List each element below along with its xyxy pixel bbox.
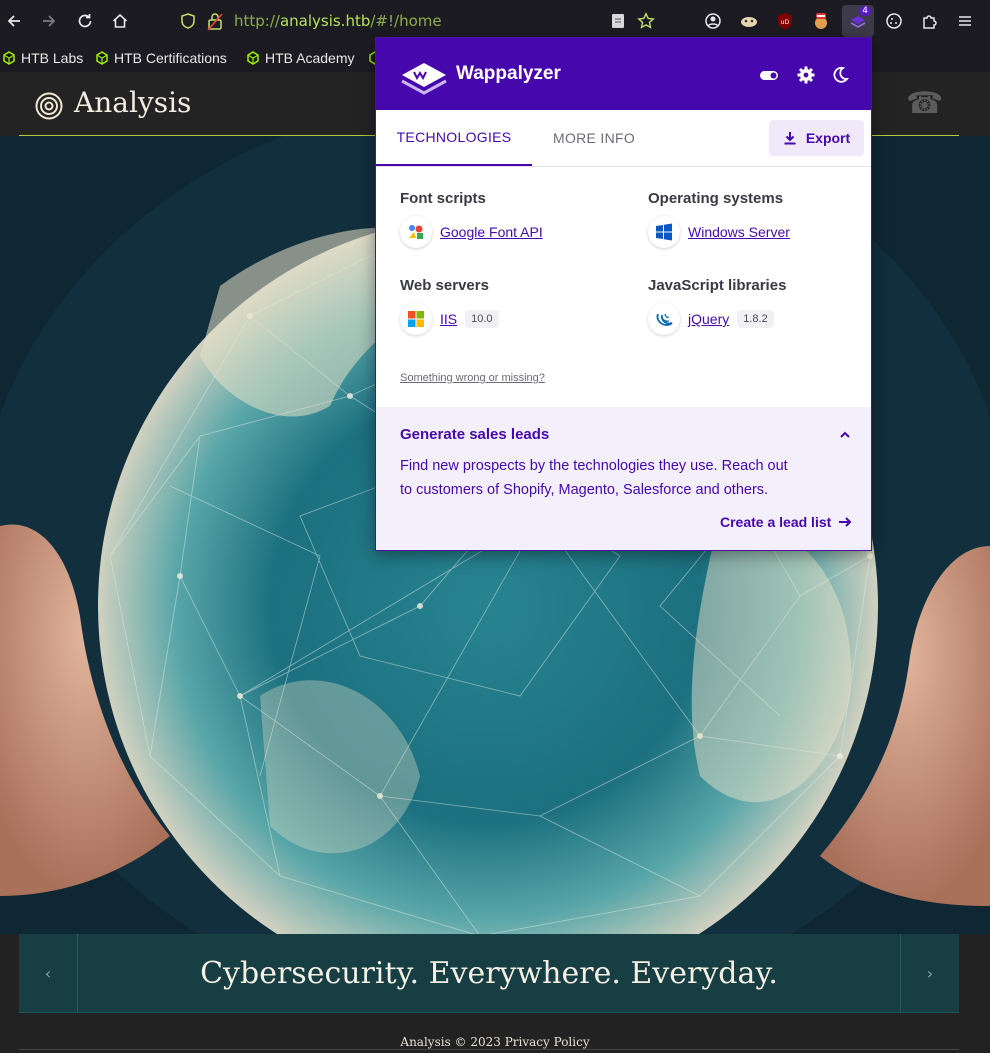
home-button[interactable] xyxy=(108,9,132,33)
wappalyzer-extension-button[interactable]: 4 xyxy=(842,5,874,37)
cookie-icon xyxy=(886,13,902,29)
category-operating-systems: Operating systems xyxy=(648,190,784,207)
sales-leads-panel: Generate sales leads Find new prospects … xyxy=(376,407,871,550)
leads-description: Find new prospects by the technologies t… xyxy=(400,458,788,498)
bookmark-label: HTB Certifications xyxy=(114,50,227,66)
tech-name[interactable]: Windows Server xyxy=(688,224,790,240)
hexagon-icon xyxy=(96,51,108,65)
create-lead-list-label: Create a lead list xyxy=(720,514,832,530)
bookmark-htb-academy[interactable]: HTB Academy xyxy=(246,48,354,68)
puzzle-icon xyxy=(923,15,937,29)
phone-icon[interactable]: ☎ xyxy=(906,89,943,119)
page-icon xyxy=(612,14,624,28)
svg-text:uD: uD xyxy=(781,19,790,26)
tech-name[interactable]: jQuery xyxy=(688,311,729,327)
dark-mode-moon-icon[interactable] xyxy=(830,65,850,85)
url-scheme: http:// xyxy=(234,12,280,30)
carousel-caption: ‹ Cybersecurity. Everywhere. Everyday. › xyxy=(19,934,959,1012)
carousel-caption-text: Cybersecurity. Everywhere. Everyday. xyxy=(200,955,778,991)
menu-button[interactable] xyxy=(953,9,977,33)
wappalyzer-logo-icon xyxy=(401,63,447,95)
extension-count-badge: 4 xyxy=(859,6,871,16)
arrow-right-icon xyxy=(43,15,56,27)
extension-icon xyxy=(741,17,757,27)
url-path: /#!/home xyxy=(370,12,442,30)
bookmark-htb-certifications[interactable]: HTB Certifications xyxy=(95,48,227,68)
url-host: analysis.htb xyxy=(279,12,371,30)
browser-toolbar: http://analysis.htb/#!/home uD 4 xyxy=(0,0,990,42)
microsoft-logo-icon xyxy=(400,303,432,335)
wappalyzer-header: Wappalyzer xyxy=(376,38,871,110)
extension-badge-button[interactable] xyxy=(809,9,833,33)
tech-name[interactable]: IIS xyxy=(440,311,457,327)
reload-icon xyxy=(78,14,92,28)
forward-button[interactable] xyxy=(37,9,61,33)
hexagon-icon xyxy=(247,51,259,65)
home-icon xyxy=(112,13,128,28)
leads-title[interactable]: Generate sales leads xyxy=(400,426,549,443)
extension-cookie-button[interactable] xyxy=(737,9,761,33)
version-badge: 1.8.2 xyxy=(737,310,774,328)
footer-divider xyxy=(19,1049,959,1050)
export-label: Export xyxy=(805,130,851,146)
tech-iis[interactable]: IIS 10.0 xyxy=(400,303,499,335)
wappalyzer-tabs: TECHNOLOGIES MORE INFO Export xyxy=(376,110,871,167)
shield-icon[interactable] xyxy=(179,12,197,30)
download-icon xyxy=(784,132,796,145)
category-javascript-libraries: JavaScript libraries xyxy=(648,277,787,294)
footer-text: Analysis © 2023 Privacy Policy xyxy=(400,1035,590,1049)
hamburger-menu-icon xyxy=(959,16,971,26)
bookmark-label: HTB Labs xyxy=(21,50,84,66)
chevron-up-icon[interactable] xyxy=(838,428,852,442)
version-badge: 10.0 xyxy=(465,310,499,328)
category-web-servers: Web servers xyxy=(400,277,489,294)
google-fonts-icon xyxy=(400,216,432,248)
account-button[interactable] xyxy=(701,9,725,33)
back-button[interactable] xyxy=(2,9,26,33)
windows-logo-icon xyxy=(648,216,680,248)
bookmark-label: HTB Academy xyxy=(265,50,355,66)
wappalyzer-popup: Wappalyzer TECHNOLOGIES MORE INFO Export… xyxy=(375,37,872,551)
something-missing-link[interactable]: Something wrong or missing? xyxy=(400,372,545,384)
hexagon-icon xyxy=(3,51,15,65)
site-footer: Analysis © 2023 Privacy Policy xyxy=(0,1013,990,1053)
url-bar[interactable]: http://analysis.htb/#!/home xyxy=(172,6,672,36)
category-font-scripts: Font scripts xyxy=(400,190,486,207)
arrow-left-icon xyxy=(7,15,20,27)
create-lead-list-link[interactable]: Create a lead list xyxy=(720,514,853,530)
tech-google-font-api[interactable]: Google Font API xyxy=(400,216,543,248)
wappalyzer-brand: Wappalyzer xyxy=(456,63,561,84)
export-button[interactable]: Export xyxy=(769,120,864,156)
tech-name[interactable]: Google Font API xyxy=(440,224,543,240)
chevron-right-icon: › xyxy=(926,963,934,983)
extension-icon xyxy=(815,13,827,29)
bookmark-htb-labs[interactable]: HTB Labs xyxy=(2,48,83,68)
account-icon xyxy=(705,13,721,29)
bookmark-star-button[interactable] xyxy=(634,9,658,33)
settings-gear-icon[interactable] xyxy=(796,65,816,85)
tab-more-info[interactable]: MORE INFO xyxy=(532,110,656,165)
carousel-next-button[interactable]: › xyxy=(900,934,959,1012)
reader-view-button[interactable] xyxy=(606,9,630,33)
site-title[interactable]: Analysis xyxy=(74,86,191,119)
star-icon xyxy=(637,12,655,29)
reload-button[interactable] xyxy=(73,9,97,33)
target-logo-icon[interactable] xyxy=(34,91,64,121)
jquery-logo-icon xyxy=(648,303,680,335)
insecure-lock-icon[interactable] xyxy=(206,11,224,31)
cookie-button[interactable] xyxy=(882,9,906,33)
extensions-button[interactable] xyxy=(918,9,942,33)
toggle-icon[interactable] xyxy=(759,65,779,85)
tech-jquery[interactable]: jQuery 1.8.2 xyxy=(648,303,774,335)
url-text[interactable]: http://analysis.htb/#!/home xyxy=(234,12,442,30)
arrow-right-icon xyxy=(839,517,852,527)
ublock-button[interactable]: uD xyxy=(773,9,797,33)
tech-windows-server[interactable]: Windows Server xyxy=(648,216,790,248)
tab-technologies[interactable]: TECHNOLOGIES xyxy=(376,110,532,166)
ublock-icon: uD xyxy=(778,13,792,30)
